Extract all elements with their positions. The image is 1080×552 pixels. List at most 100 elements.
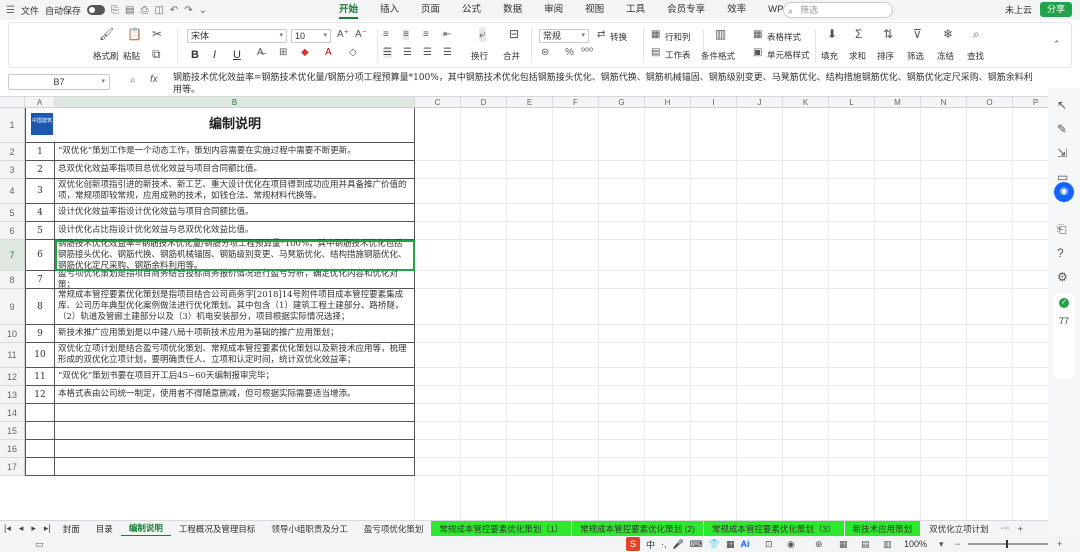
help-icon[interactable]: ? (1057, 246, 1064, 260)
sheet-tab[interactable]: 封面 (55, 521, 88, 537)
cell-index[interactable]: 10 (25, 343, 55, 368)
paste-icon[interactable]: 📋 (127, 27, 142, 41)
column-header[interactable]: N (921, 97, 967, 108)
align-middle-icon[interactable]: ≡ (403, 29, 409, 40)
freeze-button[interactable]: 冻结 (937, 50, 954, 62)
worksheet-icon[interactable]: ▤ (651, 47, 660, 58)
column-header[interactable]: M (875, 97, 921, 108)
cell-index[interactable] (25, 422, 55, 440)
align-bottom-icon[interactable]: ≡ (423, 29, 429, 40)
column-header[interactable]: C (415, 97, 461, 108)
copy-icon[interactable]: ⧉ (152, 47, 161, 62)
row-header[interactable]: 1 (0, 108, 25, 143)
column-header[interactable]: F (553, 97, 599, 108)
row-header[interactable]: 3 (0, 161, 25, 179)
filter-icon[interactable]: ⊽ (913, 27, 922, 41)
ime-mode[interactable]: 中 (646, 538, 655, 551)
row-header[interactable]: 10 (0, 325, 25, 343)
row-header[interactable]: 14 (0, 404, 25, 422)
sheet-tab[interactable]: 双优化立项计划 (921, 521, 997, 537)
sum-button[interactable]: 求和 (849, 50, 866, 62)
select-all-corner[interactable] (0, 97, 25, 108)
tab-review[interactable]: 审阅 (533, 0, 574, 20)
cell-index[interactable] (25, 440, 55, 458)
thousands-icon[interactable]: ⁰⁰⁰ (581, 47, 593, 58)
wrap-button[interactable]: 换行 (471, 50, 488, 62)
column-header[interactable]: I (691, 97, 737, 108)
transform-icon[interactable]: ⇲ (1057, 146, 1067, 160)
tab-home[interactable]: 开始 (328, 0, 369, 20)
tab-view[interactable]: 视图 (574, 0, 615, 20)
sort-button[interactable]: 排序 (877, 50, 894, 62)
page-layout-icon[interactable]: ▤ (856, 539, 875, 550)
column-header[interactable]: A (25, 97, 55, 108)
border-icon[interactable]: ⊞ (279, 47, 287, 58)
sheet-tab[interactable]: 新技术应用策划 (844, 520, 922, 537)
zoom-slider[interactable] (968, 540, 1048, 548)
row-header[interactable]: 5 (0, 204, 25, 222)
cell-description[interactable]: “双优化”策划工作是一个动态工作，策划内容需要在实施过程中需要不断更新。 (55, 143, 415, 161)
cell-index[interactable]: 5 (25, 222, 55, 240)
column-header[interactable]: L (829, 97, 875, 108)
sheet-tab[interactable]: 领导小组职责及分工 (263, 521, 356, 537)
sheet-tab[interactable]: 编制说明 (120, 521, 171, 537)
align-right-icon[interactable]: ☰ (423, 47, 432, 58)
tab-tools[interactable]: 工具 (615, 0, 656, 20)
font-color-icon[interactable]: A (325, 47, 332, 58)
spreadsheet-grid[interactable]: ABCDEFGHIJKLMNOP 1 中国建筑 编制说明 2 1 “双优化”策划工作… (0, 97, 1048, 520)
column-header[interactable]: O (967, 97, 1013, 108)
row-header[interactable]: 15 (0, 422, 25, 440)
row-header[interactable]: 9 (0, 289, 25, 325)
sheet-tab[interactable]: 常规成本管控要素优化策划（3） (703, 520, 845, 537)
undo-icon[interactable]: ↶ (170, 5, 178, 16)
next-sheet-icon[interactable]: ▸ (27, 523, 40, 534)
more-icon[interactable]: ⌄ (199, 5, 207, 16)
cell-description[interactable]: 本格式表由公司统一制定，使用者不得随意删减，但可根据实际需要适当增添。 (55, 386, 415, 404)
underline-button[interactable]: U (233, 49, 241, 61)
cell-index[interactable]: 3 (25, 179, 55, 204)
preview-icon[interactable]: ◫ (154, 5, 163, 16)
strikethrough-icon[interactable]: A̶ (257, 47, 264, 58)
cell-style-icon[interactable]: ▣ (753, 47, 762, 58)
add-sheet-button[interactable]: + (1014, 524, 1027, 534)
cell-description[interactable]: 新技术推广应用策划是以中建八局十项新技术应用为基础的推广应用策划； (55, 325, 415, 343)
normal-view-icon[interactable]: ▦ (834, 539, 853, 550)
align-top-icon[interactable]: ≡ (383, 29, 389, 40)
tab-efficiency[interactable]: 效率 (716, 0, 757, 20)
column-header[interactable]: K (783, 97, 829, 108)
justify-icon[interactable]: ☰ (443, 47, 452, 58)
cell-description[interactable]: 总双优化效益率指项目总优化效益与项目合同额比值。 (55, 161, 415, 179)
cell-description[interactable]: 双优化立项计划是结合盈亏项优化策划、常规成本管控要素优化策划以及新技术应用等，梳… (55, 343, 415, 368)
tab-member[interactable]: 会员专享 (656, 0, 716, 20)
row-header[interactable]: 4 (0, 179, 25, 204)
cell-description[interactable] (55, 404, 415, 422)
column-header[interactable]: J (737, 97, 783, 108)
font-size-select[interactable]: 10 ▾ (291, 29, 331, 43)
export-pdf-icon[interactable]: ▤ (125, 5, 134, 16)
cell-index[interactable]: 4 (25, 204, 55, 222)
currency-icon[interactable]: ⊜ (541, 47, 549, 58)
font-name-select[interactable]: 宋体 ▾ (187, 29, 287, 43)
sheet-tab[interactable]: 常规成本管控要素优化策划（1） (431, 520, 573, 537)
cell-description[interactable]: 设计优化占比指设计优化效益与总双优化效益比值。 (55, 222, 415, 240)
protect-icon[interactable]: ⊡ (760, 539, 778, 550)
row-header[interactable]: 16 (0, 440, 25, 458)
save-icon[interactable]: ⎘ (111, 5, 119, 16)
column-header[interactable]: P (1013, 97, 1048, 108)
row-header[interactable]: 2 (0, 143, 25, 161)
ime-logo-icon[interactable]: S (626, 537, 640, 551)
share-button[interactable]: 分享 (1039, 2, 1072, 17)
formula-input[interactable]: 钢筋技术优化效益率=钢筋技术优化量/钢筋分项工程预算量*100%，其中钢筋技术优… (173, 72, 1041, 96)
ai-icon[interactable]: Ai (740, 539, 749, 549)
clear-format-icon[interactable]: ◇ (349, 47, 357, 58)
zoom-level[interactable]: 100% (904, 539, 927, 549)
rows-cols-icon[interactable]: ▦ (651, 29, 660, 40)
row-header[interactable]: 13 (0, 386, 25, 404)
cell-description[interactable] (55, 458, 415, 476)
cell-index[interactable]: 9 (25, 325, 55, 343)
cut-icon[interactable]: ✂ (152, 27, 162, 41)
column-header[interactable]: D (461, 97, 507, 108)
format-painter-button[interactable]: 格式刷 (93, 50, 119, 62)
mic-icon[interactable]: 🎤 (673, 539, 684, 550)
zoom-out-icon[interactable]: − (950, 539, 965, 549)
